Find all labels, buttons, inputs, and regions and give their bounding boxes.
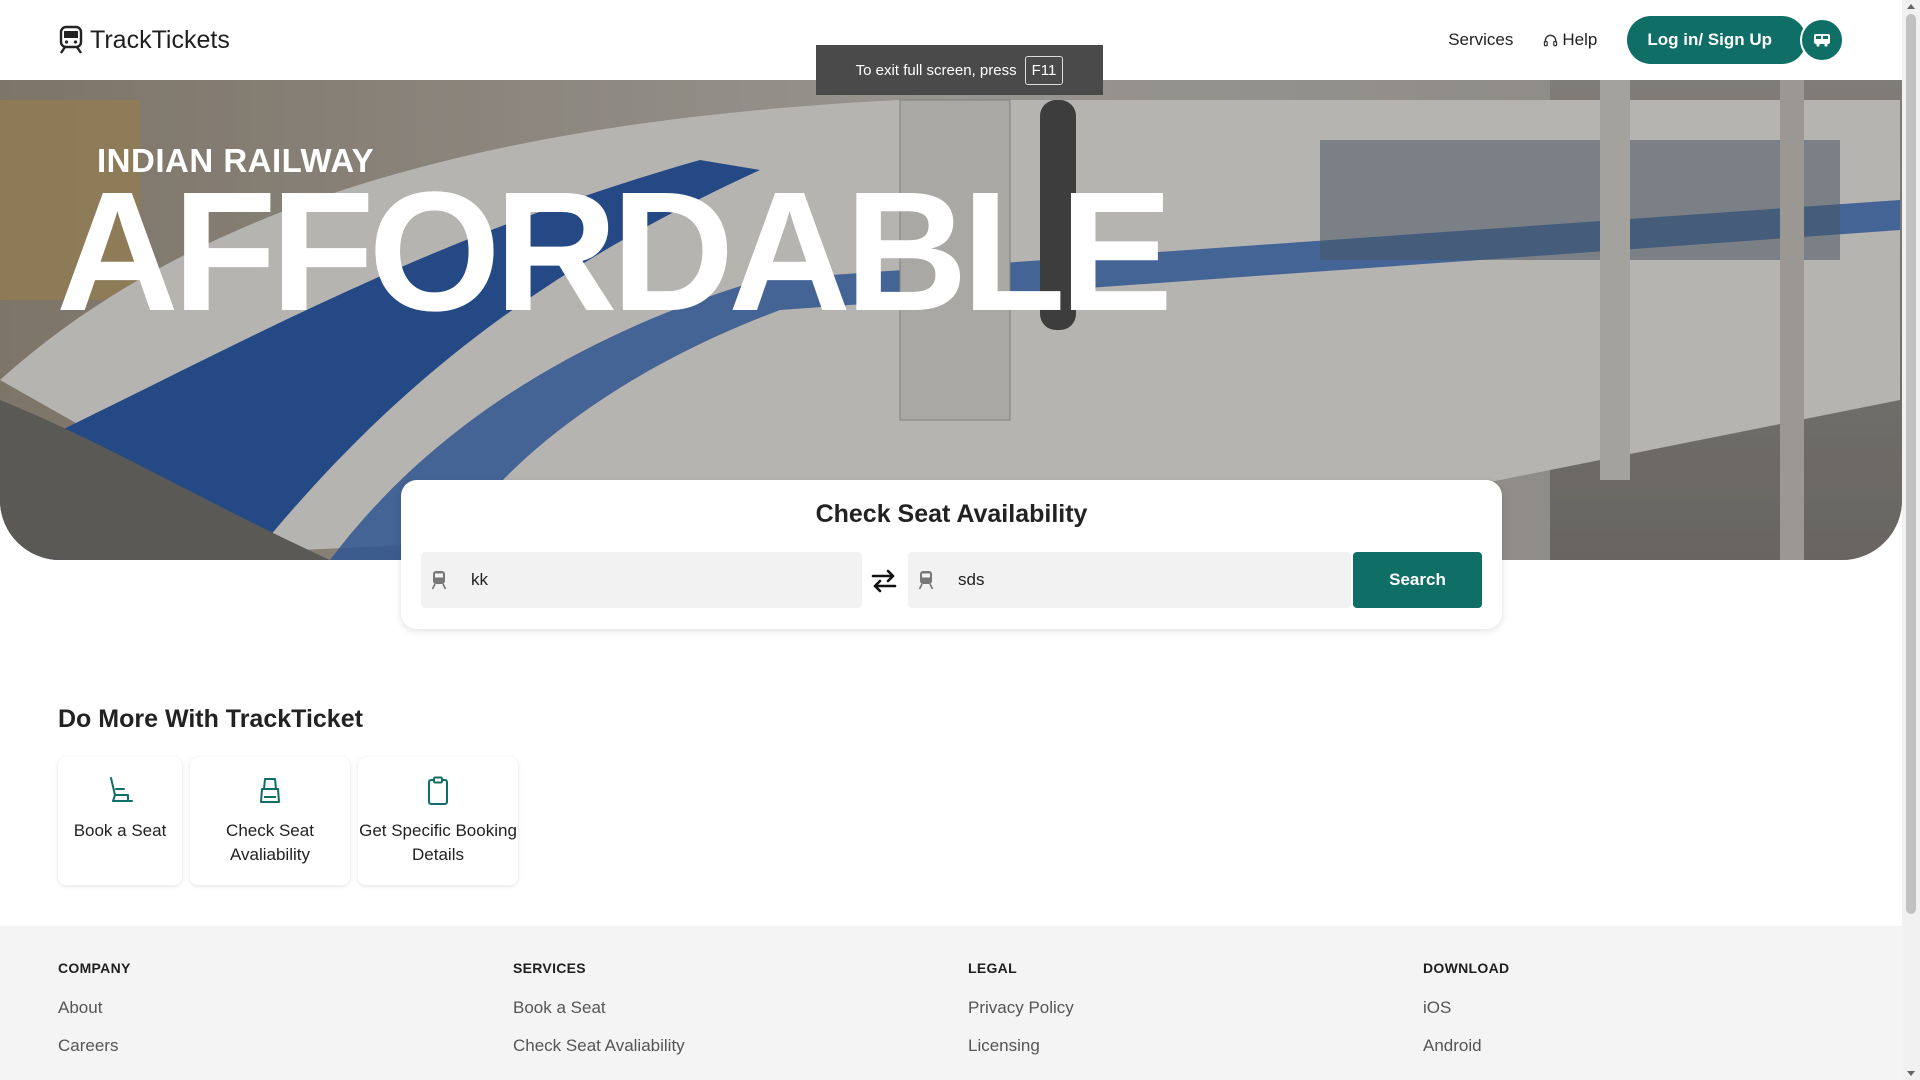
brand-name: TrackTickets: [90, 25, 230, 54]
search-button[interactable]: Search: [1353, 552, 1482, 608]
clipboard-icon: [428, 776, 448, 805]
footer-col-legal: LEGAL Privacy Policy Licensing: [968, 960, 1074, 1074]
nav-links: Services Help Log in/ Sign Up: [1448, 16, 1844, 64]
footer-heading: COMPANY: [58, 960, 131, 976]
train-icon: [431, 571, 447, 590]
hero-title: AFFORDABLE: [56, 157, 1173, 347]
page-footer: COMPANY About Careers SERVICES Book a Se…: [0, 926, 1902, 1080]
footer-heading: DOWNLOAD: [1423, 960, 1510, 976]
footer-link-licensing[interactable]: Licensing: [968, 1036, 1074, 1056]
tile-label: Get Specific Booking Details: [359, 821, 517, 864]
from-station-value: kk: [471, 570, 488, 589]
seat-availability-card: Check Seat Availability kk sds Search: [401, 480, 1502, 629]
footer-col-company: COMPANY About Careers: [58, 960, 131, 1074]
nav-help[interactable]: Help: [1543, 30, 1597, 50]
footer-link-privacy[interactable]: Privacy Policy: [968, 998, 1074, 1018]
footer-link-careers[interactable]: Careers: [58, 1036, 131, 1056]
scrollbar-thumb[interactable]: [1906, 14, 1916, 914]
footer-heading: SERVICES: [513, 960, 586, 976]
footer-link-ios[interactable]: iOS: [1423, 998, 1509, 1018]
to-station-value: sds: [958, 570, 985, 589]
tile-label: Book a Seat: [73, 821, 167, 840]
fullscreen-exit-toast: To exit full screen, press F11: [816, 45, 1103, 95]
bookings-button[interactable]: [1800, 18, 1844, 62]
footer-col-services: SERVICES Book a Seat Check Seat Avaliabi…: [513, 960, 685, 1074]
footer-link-about[interactable]: About: [58, 998, 131, 1018]
swap-stations-icon[interactable]: [869, 566, 899, 596]
train-icon: [918, 571, 934, 590]
train-icon: [59, 25, 83, 54]
fullscreen-key-badge: F11: [1024, 55, 1064, 85]
vertical-scrollbar[interactable]: [1902, 0, 1920, 1080]
tile-label: Check Seat Avaliability: [226, 821, 314, 864]
from-station-input[interactable]: kk: [421, 552, 862, 608]
check-availability-tile[interactable]: Check Seat Avaliability: [190, 757, 350, 885]
footer-col-download: DOWNLOAD iOS Android: [1423, 960, 1509, 1074]
bus-icon: [1814, 34, 1830, 47]
nav-services[interactable]: Services: [1448, 30, 1513, 50]
headset-icon: [1544, 34, 1558, 46]
footer-link-android[interactable]: Android: [1423, 1036, 1509, 1056]
booking-details-tile[interactable]: Get Specific Booking Details: [358, 757, 518, 885]
fullscreen-toast-text: To exit full screen, press: [855, 61, 1017, 79]
scroll-up-arrow-icon[interactable]: [1907, 4, 1915, 9]
footer-link-book-seat[interactable]: Book a Seat: [513, 998, 685, 1018]
footer-link-check-availability[interactable]: Check Seat Avaliability: [513, 1036, 685, 1056]
seat-icon: [110, 777, 133, 802]
footer-heading: LEGAL: [968, 960, 1017, 976]
scroll-down-arrow-icon[interactable]: [1907, 1071, 1915, 1076]
login-signup-button[interactable]: Log in/ Sign Up: [1627, 16, 1806, 64]
brand-logo[interactable]: TrackTickets: [58, 25, 230, 55]
nav-help-label: Help: [1562, 30, 1598, 49]
book-seat-tile[interactable]: Book a Seat: [58, 757, 182, 885]
to-station-input[interactable]: sds: [908, 552, 1351, 608]
car-seat-icon: [260, 778, 280, 803]
card-title: Check Seat Availability: [815, 500, 1088, 528]
do-more-heading: Do More With TrackTicket: [58, 705, 363, 733]
